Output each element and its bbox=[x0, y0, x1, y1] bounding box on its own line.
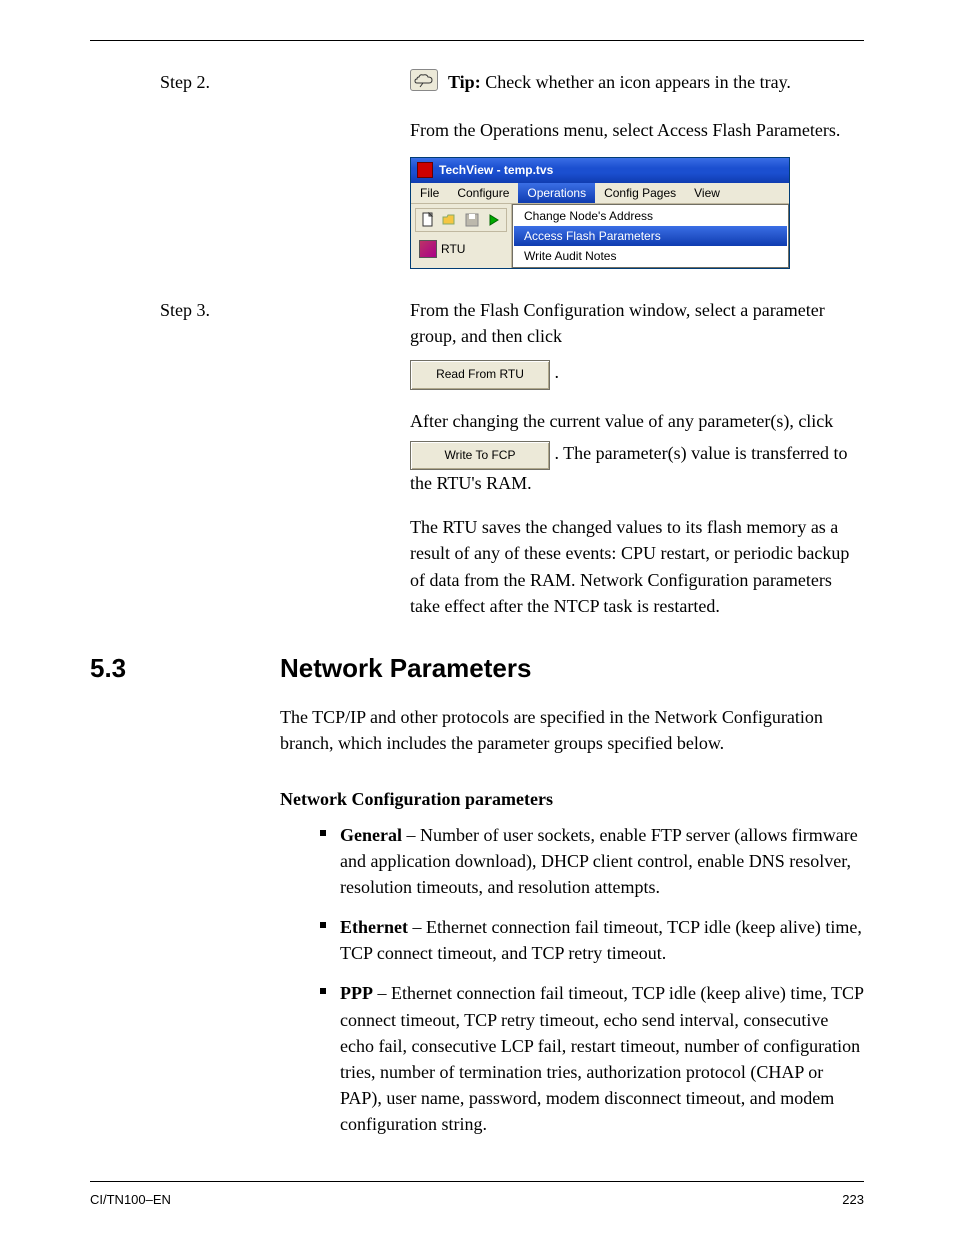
rtu-icon bbox=[419, 240, 437, 258]
menu-item-change-address[interactable]: Change Node's Address bbox=[514, 206, 787, 226]
techview-window: TechView - temp.tvs File Configure Opera… bbox=[410, 157, 790, 269]
step3-text-a: From the Flash Configuration window, sel… bbox=[410, 297, 864, 349]
rtu-label: RTU bbox=[441, 242, 465, 256]
network-intro: The TCP/IP and other protocols are speci… bbox=[280, 704, 864, 756]
step2-text: From the Operations menu, select Access … bbox=[410, 117, 864, 143]
run-arrow-icon[interactable] bbox=[483, 210, 505, 230]
bullet-ethernet: Ethernet – Ethernet connection fail time… bbox=[320, 914, 864, 966]
bullet-general: General – Number of user sockets, enable… bbox=[320, 822, 864, 900]
rtu-node[interactable]: RTU bbox=[415, 240, 507, 258]
operations-dropdown: Change Node's Address Access Flash Param… bbox=[512, 204, 789, 268]
app-icon bbox=[417, 162, 433, 178]
menu-config-pages[interactable]: Config Pages bbox=[595, 183, 685, 203]
menubar: File Configure Operations Config Pages V… bbox=[411, 183, 789, 204]
menu-item-write-audit[interactable]: Write Audit Notes bbox=[514, 246, 787, 266]
step3-text-c: After changing the current value of any … bbox=[410, 411, 833, 431]
step-label-3: Step 3. bbox=[90, 297, 410, 323]
save-icon[interactable] bbox=[461, 210, 483, 230]
footer-page: 223 bbox=[842, 1192, 864, 1207]
menu-view[interactable]: View bbox=[685, 183, 729, 203]
toolbar bbox=[415, 208, 507, 232]
write-to-fcp-button[interactable]: Write To FCP bbox=[410, 441, 550, 470]
read-from-rtu-button[interactable]: Read From RTU bbox=[410, 360, 550, 389]
open-folder-icon[interactable] bbox=[439, 210, 461, 230]
step2-tip: Tip: Check whether an icon appears in th… bbox=[448, 69, 791, 95]
section-number: 5.3 bbox=[90, 653, 280, 684]
menu-configure[interactable]: Configure bbox=[448, 183, 518, 203]
menu-operations[interactable]: Operations bbox=[518, 183, 595, 203]
footer-left: CI/TN100–EN bbox=[90, 1192, 171, 1207]
section-title: Network Parameters bbox=[280, 653, 531, 684]
new-file-icon[interactable] bbox=[417, 210, 439, 230]
menu-item-access-flash[interactable]: Access Flash Parameters bbox=[514, 226, 787, 246]
window-title: TechView - temp.tvs bbox=[439, 163, 553, 177]
bullet-ppp: PPP – Ethernet connection fail timeout, … bbox=[320, 980, 864, 1137]
window-titlebar: TechView - temp.tvs bbox=[411, 158, 789, 183]
network-subhead: Network Configuration parameters bbox=[280, 786, 864, 812]
step-label-2: Step 2. bbox=[90, 69, 410, 95]
step3-text-b: . bbox=[555, 362, 560, 382]
step3-text-e: The RTU saves the changed values to its … bbox=[410, 514, 864, 618]
tip-cloud-icon bbox=[410, 69, 438, 91]
menu-file[interactable]: File bbox=[411, 183, 448, 203]
